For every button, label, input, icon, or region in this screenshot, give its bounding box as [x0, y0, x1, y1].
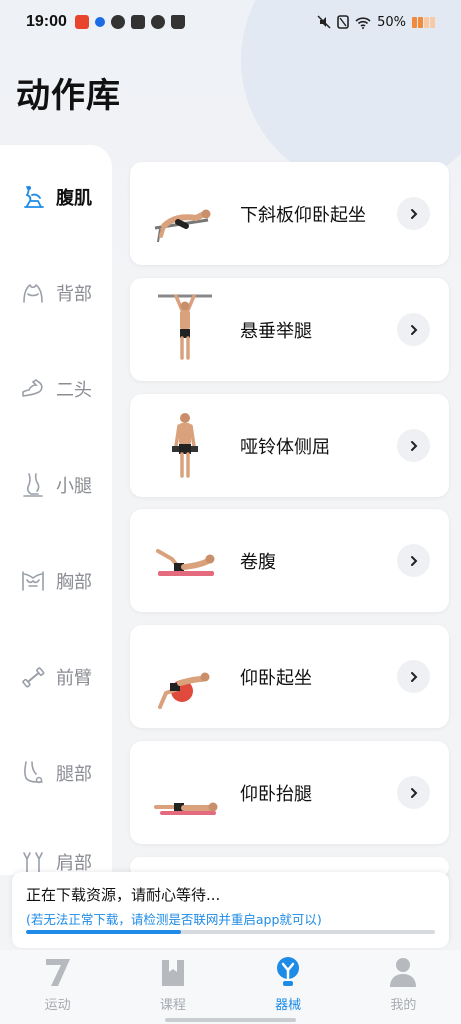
exercise-card[interactable]: 卷腹 [130, 509, 449, 612]
exercise-name: 悬垂举腿 [240, 320, 312, 342]
chevron-right-icon[interactable] [397, 544, 430, 577]
nav-label: 器械 [275, 998, 302, 1013]
dumbbell-side-bend-figure [172, 413, 198, 478]
equipment-icon [272, 956, 304, 988]
profile-icon [387, 956, 419, 988]
exercise-card[interactable]: 下斜板仰卧起坐 [130, 162, 449, 265]
nav-sport[interactable]: 运动 [0, 950, 115, 1024]
chevron-right-icon[interactable] [397, 660, 430, 693]
ball-situp-figure [158, 672, 210, 709]
chevron-right-icon[interactable] [397, 197, 430, 230]
exercise-card[interactable]: 悬垂举腿 [130, 278, 449, 381]
download-title: 正在下载资源，请耐心等待... [26, 886, 221, 904]
home-indicator [165, 1018, 296, 1022]
chevron-right-icon[interactable] [397, 313, 430, 346]
category-calf[interactable]: 小腿 [0, 465, 112, 505]
category-label: 二头 [56, 380, 92, 401]
chest-icon [20, 568, 46, 594]
status-bar: 19:00 50% [0, 0, 461, 44]
lying-leg-raise-figure [154, 802, 218, 815]
crown-icon [170, 15, 185, 29]
face-icon [150, 15, 165, 29]
download-hint: (若无法正常下载，请检测是否联网并重启app就可以) [26, 912, 322, 927]
sim-icon [337, 15, 349, 29]
exercise-name: 卷腹 [240, 551, 276, 573]
exercise-name: 仰卧起坐 [240, 667, 312, 689]
notification-icons [74, 15, 185, 29]
exercise-name: 仰卧抬腿 [240, 783, 312, 805]
category-label: 胸部 [56, 572, 92, 593]
forearm-icon [20, 664, 46, 690]
nav-profile[interactable]: 我的 [346, 950, 461, 1024]
app-notification-icon [74, 15, 89, 29]
category-label: 背部 [56, 284, 92, 305]
decline-situp-figure [154, 209, 211, 243]
category-biceps[interactable]: 二头 [0, 369, 112, 409]
category-label: 小腿 [56, 476, 92, 497]
download-progress-fill [26, 930, 182, 934]
course-icon [157, 956, 189, 988]
category-abs[interactable]: 腹肌 [0, 177, 112, 217]
dot-notification-icon [94, 17, 105, 27]
wifi-icon [355, 16, 371, 29]
leg-icon [20, 760, 46, 786]
page-title: 动作库 [16, 76, 121, 116]
nav-equipment[interactable]: 器械 [231, 950, 346, 1024]
abs-icon [20, 184, 46, 210]
category-leg[interactable]: 腿部 [0, 753, 112, 793]
nav-label: 我的 [390, 998, 417, 1013]
category-chest[interactable]: 胸部 [0, 561, 112, 601]
category-label: 腿部 [56, 764, 92, 785]
back-icon [20, 280, 46, 306]
crunch-figure [156, 549, 215, 576]
nav-label: 运动 [44, 998, 71, 1013]
download-progress-bar [26, 930, 435, 934]
exercise-name: 下斜板仰卧起坐 [240, 204, 366, 226]
category-back[interactable]: 背部 [0, 273, 112, 313]
category-label: 前臂 [56, 668, 92, 689]
chevron-right-icon[interactable] [397, 776, 430, 809]
exercise-card[interactable]: 哑铃体侧屈 [130, 394, 449, 497]
biceps-icon [20, 376, 46, 402]
exercise-card[interactable]: 仰卧抬腿 [130, 741, 449, 844]
hanging-leg-raise-figure [158, 294, 212, 360]
status-right: 50% [317, 15, 435, 30]
sport-icon [42, 956, 74, 988]
chevron-right-icon[interactable] [397, 429, 430, 462]
battery-percent: 50% [377, 14, 406, 30]
bottom-nav: 运动 课程 器械 我的 [0, 950, 461, 1024]
download-banner: 正在下载资源，请耐心等待... (若无法正常下载，请检测是否联网并重启app就可… [12, 872, 449, 948]
category-sidebar: 腹肌 背部 二头 小腿 胸部 前臂 腿部 肩部 [0, 145, 112, 875]
calf-icon [20, 472, 46, 498]
status-time: 19:00 [26, 13, 67, 30]
exercise-card[interactable]: 仰卧起坐 [130, 625, 449, 728]
sync-icon [110, 15, 125, 29]
battery-icon [412, 16, 435, 28]
mute-icon [317, 15, 331, 29]
nav-course[interactable]: 课程 [115, 950, 230, 1024]
exercise-name: 哑铃体侧屈 [240, 436, 330, 458]
nav-label: 课程 [159, 998, 186, 1013]
category-forearm[interactable]: 前臂 [0, 657, 112, 697]
category-label: 腹肌 [56, 188, 92, 209]
message-icon [130, 15, 145, 29]
